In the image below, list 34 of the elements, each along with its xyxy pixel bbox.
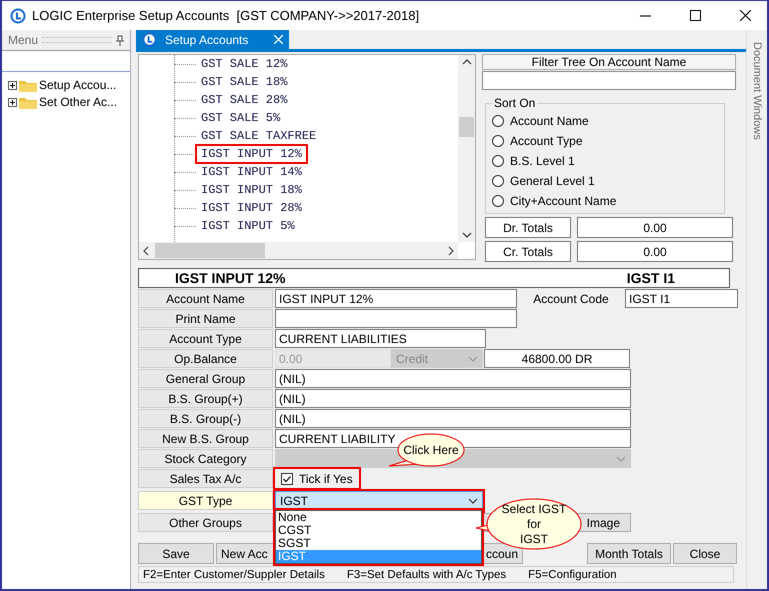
callout-text: IGST [520,532,548,546]
field-label: B.S. Group(-) [138,409,273,428]
radio-label: General Level 1 [510,174,595,188]
status-text: F3=Set Defaults with A/c Types [346,568,506,580]
field-label: Print Name [138,309,273,328]
field-label: Op.Balance [138,349,273,368]
radio-label: Account Type [510,134,582,148]
field-label: Account Name [138,289,273,308]
totals-label: Cr. Totals [485,241,571,262]
status-text: F2=Enter Customer/Suppler Details [143,568,325,580]
field-label: Stock Category [138,449,273,468]
panel-title: Menu [8,33,38,47]
field-label: Account Type [138,329,273,348]
filter-label: Filter Tree On Account Name [482,54,736,70]
field-label: Sales Tax A/c [138,469,273,488]
field-label: New B.S. Group [138,429,273,448]
account-code: IGST I1 [626,270,675,286]
field-label: Account Code [532,290,610,308]
amount-field: 46800.00 DR [484,349,630,368]
callout-text: Select IGST [502,502,566,516]
field-label: GST Type [138,491,273,510]
totals-value: 0.00 [577,241,733,262]
radio-label: City+Account Name [510,194,616,208]
account-name: IGST INPUT 12% [175,270,286,286]
totals-label: Dr. Totals [485,217,571,238]
callout-text: for [526,516,541,532]
field-label: B.S. Group(+) [138,389,273,408]
sort-on-label: Sort On [493,96,536,110]
radio-label: B.S. Level 1 [510,154,575,168]
window-title: LOGIC Enterprise Setup Accounts [GST COMPANY->>2017-2018] [32,8,420,23]
totals-value: 0.00 [577,217,733,238]
field-label: General Group [138,369,273,388]
radio-label: Account Name [510,114,589,128]
status-text: F5=Configuration [528,568,617,580]
